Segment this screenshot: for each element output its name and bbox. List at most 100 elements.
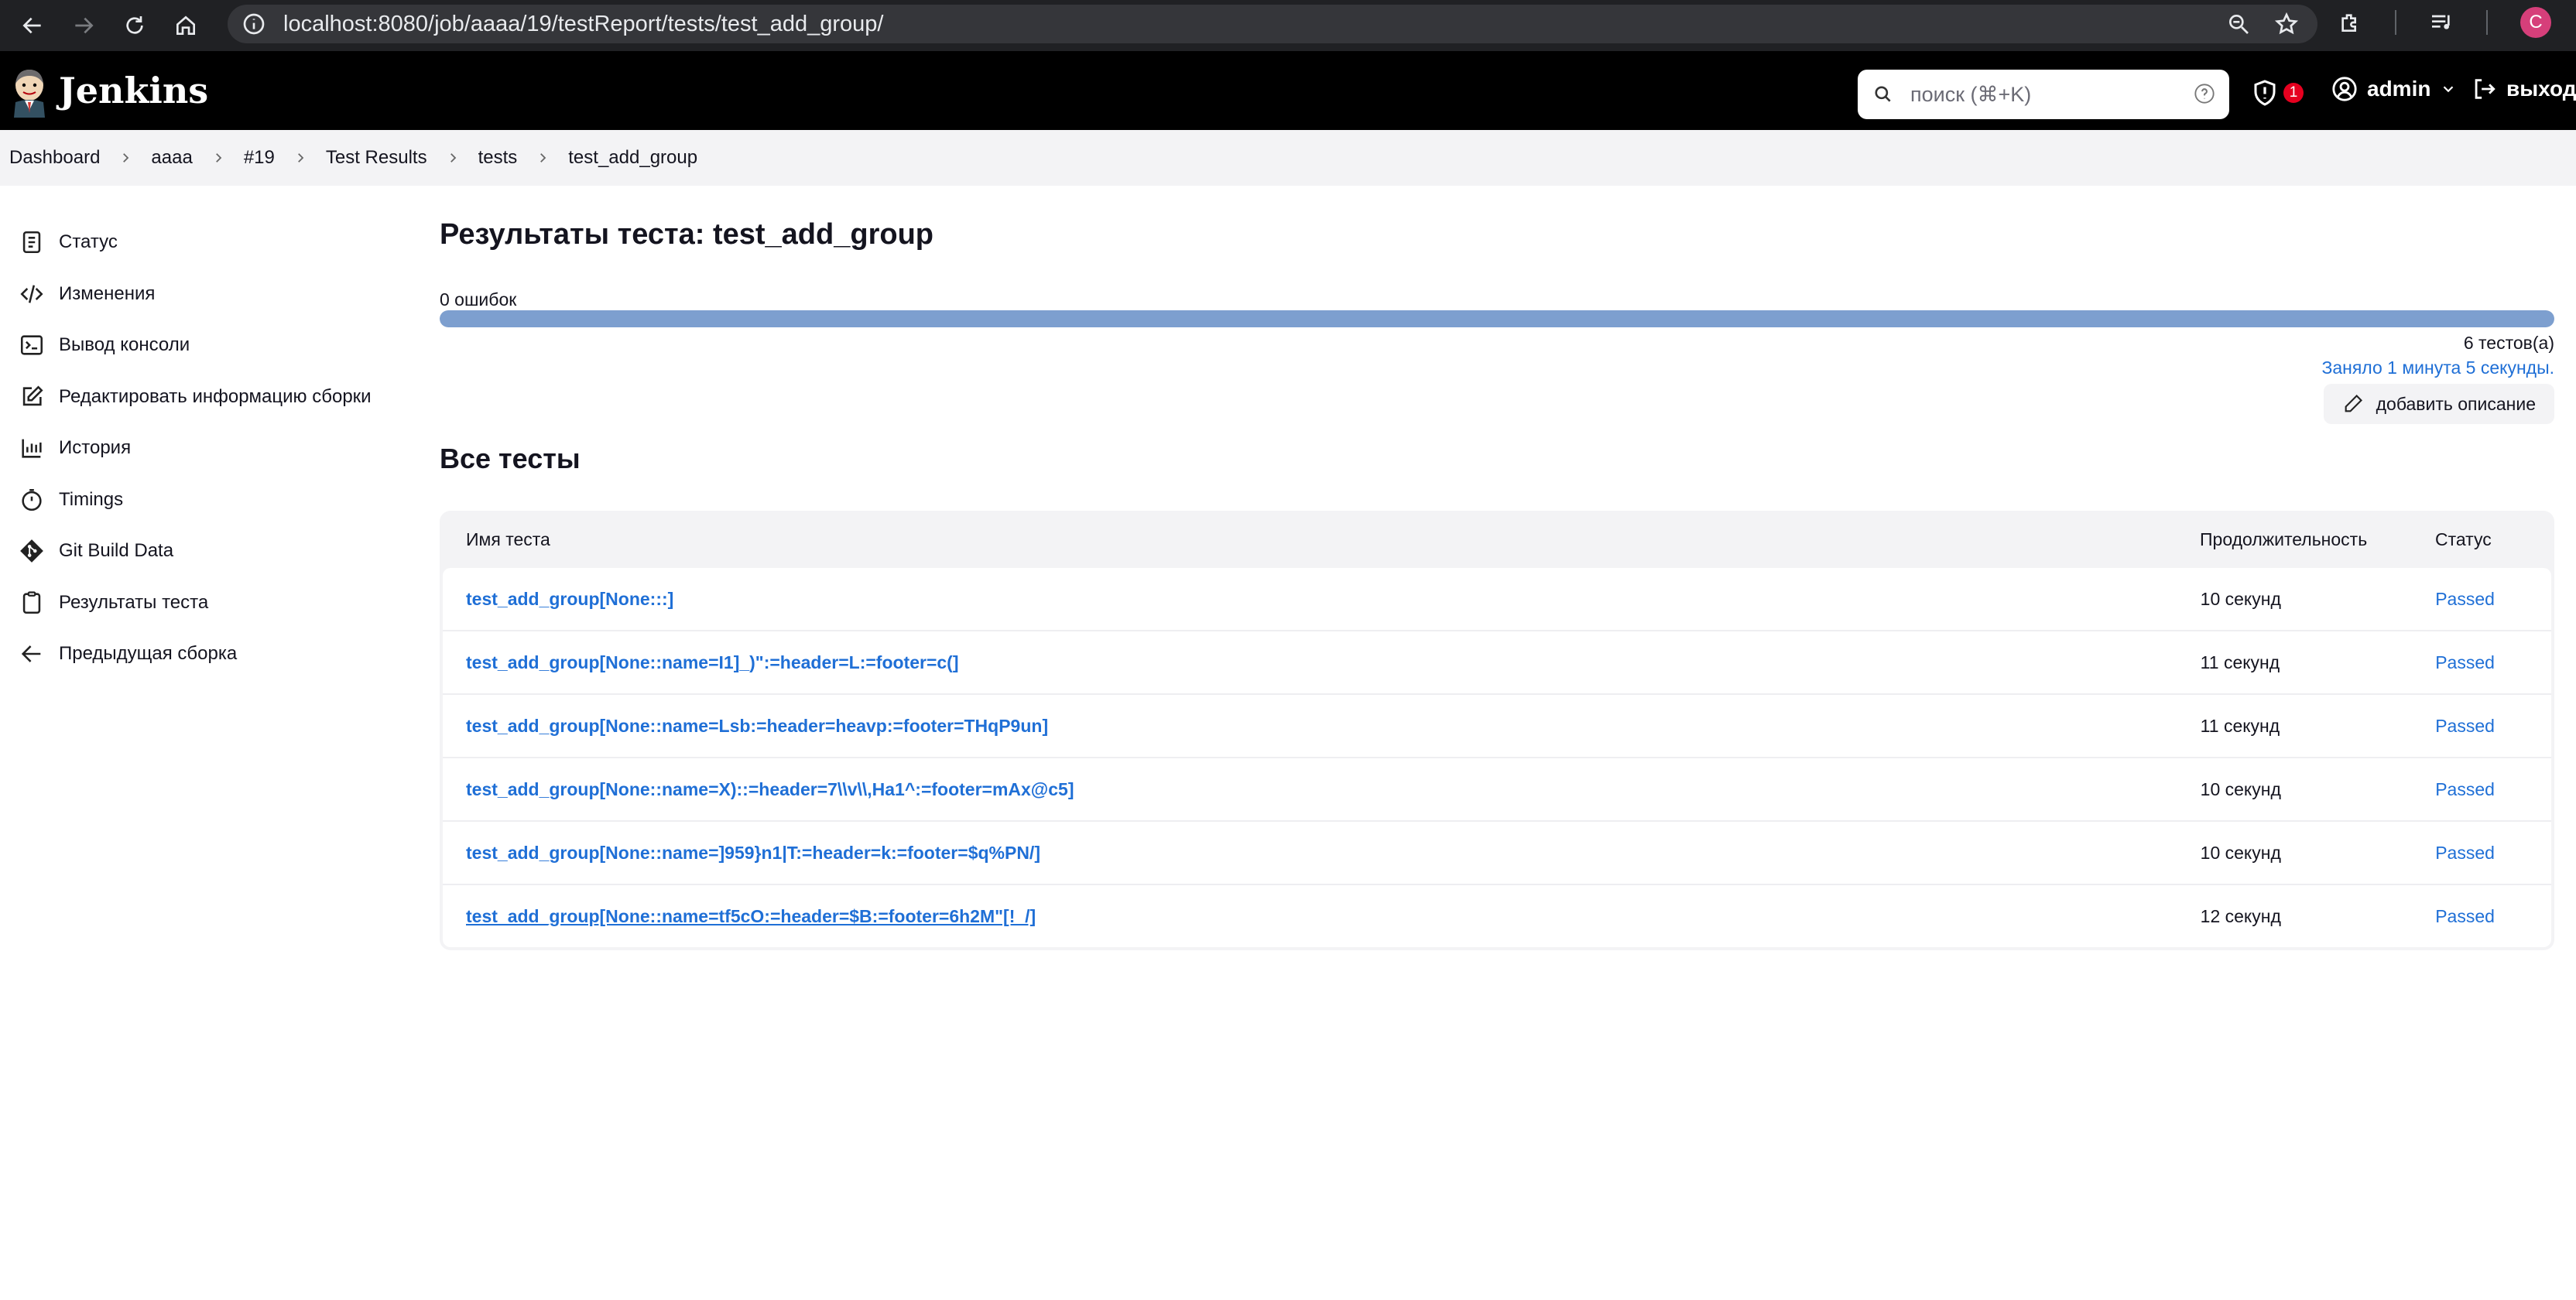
test-name-link[interactable]: test_add_group[None:::] (466, 589, 673, 609)
sidebar-item-test-results[interactable]: Результаты теста (0, 577, 418, 629)
breadcrumb-tests[interactable]: tests (478, 147, 518, 169)
address-bar[interactable]: localhost:8080/job/aaaa/19/testReport/te… (228, 5, 2317, 43)
page-title: Результаты теста: test_add_group (440, 218, 934, 251)
side-panel: Статус Изменения Вывод консоли Редактиро… (0, 217, 418, 680)
url-text[interactable]: localhost:8080/job/aaaa/19/testReport/te… (283, 12, 883, 37)
toolbar-divider (2486, 10, 2488, 35)
breadcrumb-current[interactable]: test_add_group (568, 147, 697, 169)
reload-button[interactable] (113, 4, 156, 47)
shield-alert-icon (2254, 80, 2276, 106)
sidebar-item-status[interactable]: Статус (0, 217, 418, 269)
site-info-icon[interactable] (242, 12, 266, 36)
arrow-left-icon (21, 645, 41, 663)
test-duration: 10 секунд (2200, 778, 2281, 799)
reload-icon (126, 16, 143, 34)
duration-link[interactable]: Заняло 1 минута 5 секунды. (2321, 358, 2554, 378)
history-chart-icon (22, 439, 42, 458)
table-row: test_add_group[None::name=]959}n1|T:=hea… (443, 822, 2551, 885)
section-title: Все тесты (440, 443, 581, 474)
clipboard-icon (22, 591, 41, 614)
table-row: test_add_group[None::name=I1]_)":=header… (443, 631, 2551, 695)
code-icon (20, 285, 43, 303)
edit-icon (22, 385, 43, 405)
bookmark-star-icon[interactable] (2274, 12, 2299, 36)
breadcrumb-dashboard[interactable]: Dashboard (9, 147, 100, 169)
main-panel: Результаты теста: test_add_group 0 ошибо… (440, 201, 2554, 950)
breadcrumb-build[interactable]: #19 (244, 147, 275, 169)
header-duration[interactable]: Продолжительность (2200, 529, 2435, 550)
stopwatch-icon (22, 488, 42, 511)
test-status: Passed (2435, 715, 2495, 736)
logout-icon (2475, 79, 2496, 99)
test-name-link[interactable]: test_add_group[None::name=tf5cO:=header=… (466, 906, 1036, 926)
test-status: Passed (2435, 588, 2495, 609)
breadcrumb-test-results[interactable]: Test Results (326, 147, 427, 169)
sidebar-item-label: Git Build Data (59, 540, 174, 562)
failure-count: 0 ошибок (440, 289, 517, 310)
test-status: Passed (2435, 652, 2495, 672)
arrow-right-icon (75, 17, 94, 34)
status-icon (22, 231, 41, 254)
user-menu[interactable]: admin (2331, 76, 2457, 102)
terminal-icon (20, 335, 43, 355)
header-test-name[interactable]: Имя теста (440, 529, 2200, 550)
test-name-link[interactable]: test_add_group[None::name=]959}n1|T:=hea… (466, 843, 1040, 863)
breadcrumb-job[interactable]: aaaa (151, 147, 192, 169)
sidebar-item-previous-build[interactable]: Предыдущая сборка (0, 628, 418, 680)
home-icon (176, 15, 195, 35)
table-row: test_add_group[None::name=tf5cO:=header=… (443, 885, 2551, 947)
sidebar-item-console[interactable]: Вывод консоли (0, 320, 418, 371)
table-body: test_add_group[None:::] 10 секунд Passed… (443, 568, 2551, 947)
sidebar-item-git-build-data[interactable]: Git Build Data (0, 525, 418, 577)
logout-link[interactable]: выход (2471, 76, 2576, 102)
sidebar-item-edit-build-info[interactable]: Редактировать информацию сборки (0, 371, 418, 423)
home-button[interactable] (164, 4, 207, 47)
test-count: 6 тестов(а) (2463, 333, 2554, 353)
test-progress-bar (440, 310, 2554, 327)
search-icon (1875, 86, 1891, 102)
table-row: test_add_group[None:::] 10 секунд Passed (443, 568, 2551, 631)
chevron-right-icon (215, 153, 222, 162)
test-duration: 12 секунд (2200, 905, 2281, 926)
browser-toolbar: localhost:8080/job/aaaa/19/testReport/te… (0, 0, 2576, 51)
zoom-icon[interactable] (2226, 12, 2251, 36)
test-duration: 11 секунд (2200, 715, 2280, 736)
help-icon[interactable] (2194, 83, 2215, 104)
sidebar-item-label: Статус (59, 231, 118, 253)
sidebar-item-label: Результаты теста (59, 591, 209, 613)
logout-label: выход (2506, 77, 2576, 101)
jenkins-logo-icon[interactable] (8, 67, 51, 118)
add-description-button[interactable]: добавить описание (2323, 384, 2554, 424)
test-duration: 10 секунд (2200, 842, 2281, 863)
profile-avatar[interactable]: C (2520, 7, 2551, 38)
test-status: Passed (2435, 905, 2495, 926)
sidebar-item-label: Предыдущая сборка (59, 643, 238, 665)
tests-table: Имя теста Продолжительность Статус test_… (440, 511, 2554, 950)
jenkins-brand[interactable]: Jenkins (59, 70, 208, 111)
test-name-link[interactable]: test_add_group[None::name=X)::=header=7\… (466, 779, 1074, 799)
sidebar-item-label: Вывод консоли (59, 334, 190, 356)
extensions-icon[interactable] (2338, 10, 2362, 35)
sidebar-item-timings[interactable]: Timings (0, 474, 418, 526)
security-monitor[interactable]: 1 (2251, 79, 2304, 107)
test-name-link[interactable]: test_add_group[None::name=I1]_)":=header… (466, 652, 959, 672)
test-status: Passed (2435, 842, 2495, 863)
search-input[interactable] (1909, 81, 2175, 108)
sidebar-item-label: Редактировать информацию сборки (59, 385, 372, 407)
back-button[interactable] (11, 4, 54, 47)
security-count-badge: 1 (2283, 83, 2304, 103)
header-status[interactable]: Статус (2435, 529, 2551, 550)
test-duration: 10 секунд (2200, 588, 2281, 609)
test-name-link[interactable]: test_add_group[None::name=Lsb:=header=he… (466, 716, 1048, 736)
table-row: test_add_group[None::name=Lsb:=header=he… (443, 695, 2551, 758)
test-duration: 11 секунд (2200, 652, 2280, 672)
sidebar-item-history[interactable]: История (0, 422, 418, 474)
progress-fill (440, 310, 2554, 327)
table-header: Имя теста Продолжительность Статус (440, 511, 2554, 568)
search-box[interactable] (1858, 70, 2229, 119)
media-controls-icon[interactable] (2429, 10, 2454, 35)
forward-button[interactable] (62, 4, 105, 47)
sidebar-item-changes[interactable]: Изменения (0, 269, 418, 320)
sidebar-item-label: Изменения (59, 282, 156, 304)
breadcrumb: Dashboard aaaa #19 Test Results tests te… (0, 130, 2576, 186)
